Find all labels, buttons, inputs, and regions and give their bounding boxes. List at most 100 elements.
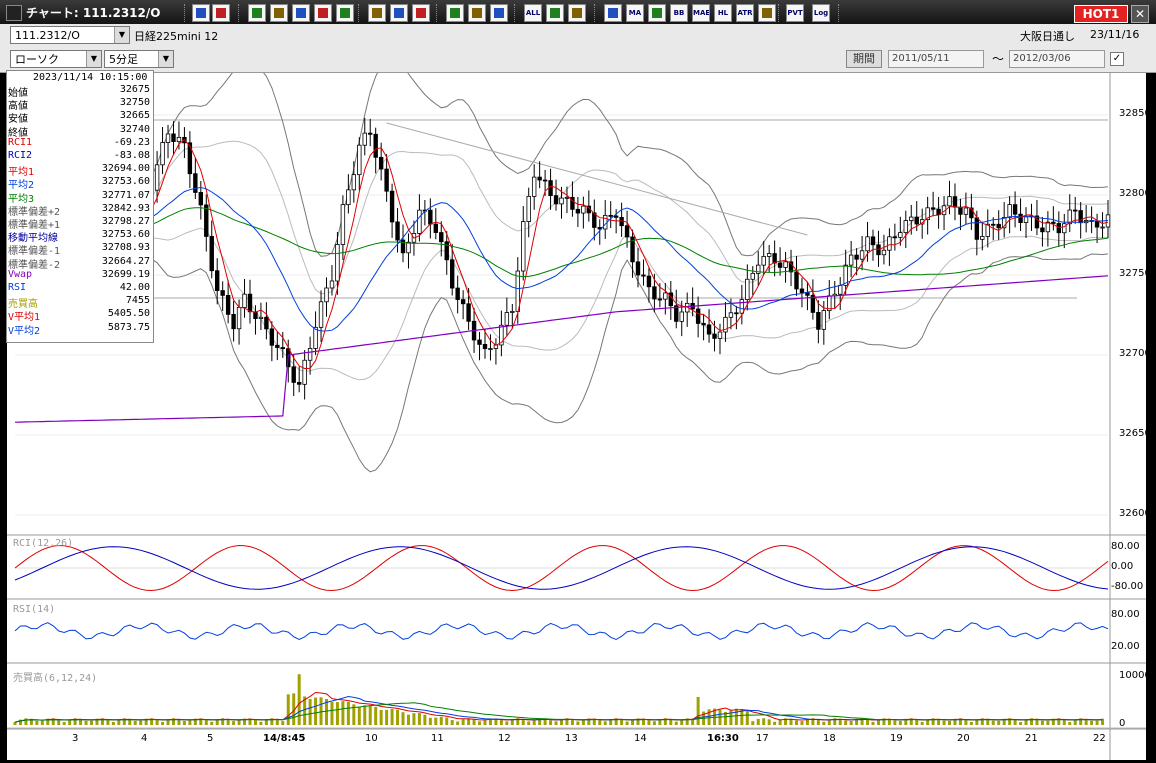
vol-ma1-line [14,691,1103,723]
compare-icon [472,8,482,18]
volume-bar [915,719,919,725]
candle-body [854,254,859,260]
candle-body [521,221,526,272]
volume-bar [478,721,482,725]
symbol-select-value: 111.2312/O [15,29,80,42]
info-row-value: -83.08 [113,150,150,161]
draw-button[interactable] [270,4,288,22]
atr-button[interactable]: ATR [736,4,754,22]
warn-button[interactable] [368,4,386,22]
candle-body [526,195,531,222]
hot1-button[interactable]: HOT1 [1074,5,1128,23]
candle-body [482,344,488,350]
candle-body [881,249,887,256]
settings-button[interactable] [546,4,564,22]
band-button[interactable] [758,4,776,22]
volume-bar [570,719,574,725]
volume-bar [335,702,339,725]
info-row-value: 32665 [119,110,150,122]
draw-icon [274,8,284,18]
info-row-value: -69.23 [113,136,150,148]
clear-all-button[interactable]: ALL [524,4,542,22]
volume-bar [849,721,853,725]
chevron-down-icon[interactable]: ▼ [86,51,101,67]
price-level-button[interactable] [292,4,310,22]
candle-body [745,278,750,301]
info-row: 移動平均線 32753.60 [7,229,153,244]
pivot-button[interactable]: PVT [786,4,804,22]
candle-body [652,286,657,300]
chevron-down-icon[interactable]: ▼ [158,51,173,67]
volume-bar [57,719,61,725]
palette-button[interactable] [604,4,622,22]
symbol-select[interactable]: 111.2312/O ▼ [10,26,130,44]
candle-body [963,207,969,215]
period-button[interactable]: 期間 [846,50,882,68]
volume-bar [603,721,607,725]
range-checkbox[interactable]: ✓ [1110,52,1124,66]
candle-body [373,133,378,158]
bb-lower1-line [15,227,1109,381]
log-button[interactable]: Log [812,4,830,22]
ma-button[interactable]: MA [626,4,644,22]
info-row-value: 32740 [119,123,150,135]
volume-bar [680,719,684,725]
price-axis-label: 32650 [1119,428,1151,439]
trend-line-button[interactable] [248,4,266,22]
volume-bar [106,719,110,725]
channel-button[interactable] [314,4,332,22]
interval-select[interactable]: 5分足 ▼ [104,50,174,68]
info-row-value: 32750 [119,97,150,109]
chart-svg[interactable] [7,56,1146,760]
info-row: 平均2 32753.60 [7,176,153,191]
volume-bar [576,721,580,725]
candle-body [291,366,296,383]
volume-bar [920,721,924,725]
candle-body [679,311,684,322]
volume-bar [549,720,553,725]
ma-bb-button[interactable] [648,4,666,22]
date-from-input[interactable]: 2011/05/11 [888,50,984,68]
volume-bar [319,697,323,725]
rci-panel-label: RCI(12,26) [13,538,74,549]
candle-body [974,217,980,240]
pen-button[interactable] [390,4,408,22]
date-to-input[interactable]: 2012/03/06 [1009,50,1105,68]
rect-button[interactable] [336,4,354,22]
candle-body [346,189,351,206]
info-row: Vwap 32699.19 [7,269,153,282]
info-row-value: 32699.19 [101,268,150,280]
bb-button[interactable]: BB [670,4,688,22]
candle-body [165,133,171,143]
toolbar-separator [238,4,241,22]
crosshair-button[interactable] [212,4,230,22]
zoom-in-button[interactable] [192,4,210,22]
select-button[interactable] [412,4,430,22]
rsi-panel-label: RSI(14) [13,604,56,615]
volume-bar [286,694,290,725]
candle-body [1062,223,1067,234]
info-row-value: 42.00 [119,282,150,293]
candle-body [728,312,734,318]
candle-body [548,180,553,197]
candle-body [307,348,313,361]
candle-body [368,132,373,135]
undo-button[interactable] [446,4,464,22]
close-button[interactable]: ✕ [1131,5,1149,23]
volume-bar [210,721,214,725]
volume-bar [948,720,952,725]
volume-bar [893,720,897,725]
hl-button[interactable]: HL [714,4,732,22]
tools-button[interactable] [568,4,586,22]
volume-bar [866,719,870,725]
volume-bar [876,719,880,725]
mae-button[interactable]: MAE [692,4,710,22]
compare-button[interactable] [468,4,486,22]
chevron-down-icon[interactable]: ▼ [114,27,129,43]
candle-body [903,220,908,233]
chart-area[interactable] [7,56,1146,760]
candle-body [384,168,389,192]
chart-type-select[interactable]: ローソク ▼ [10,50,102,68]
split-button[interactable] [490,4,508,22]
info-row: 標準偏差-1 32708.93 [7,242,153,257]
